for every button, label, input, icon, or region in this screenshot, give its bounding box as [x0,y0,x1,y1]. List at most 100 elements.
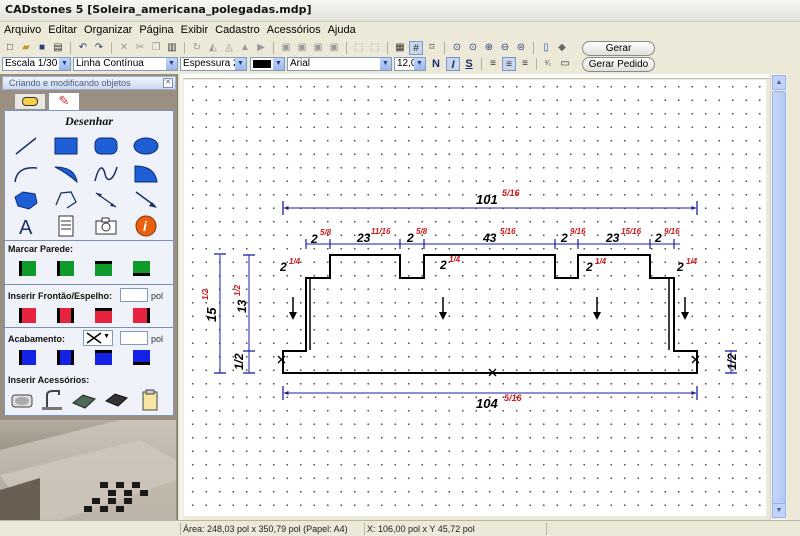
group-icon[interactable]: ⬚ [352,41,366,55]
zoom-icon[interactable]: ⊙ [450,41,464,55]
font-select[interactable]: Arial ▼ [287,57,392,71]
mirror-icon[interactable]: ▲ [238,41,252,55]
scroll-down-icon[interactable]: ▼ [772,503,786,518]
send-back-icon[interactable]: ▣ [295,41,309,55]
finish-left-swatch[interactable] [19,350,36,365]
fit-icon[interactable]: ⌑ [425,41,439,55]
forward-icon[interactable]: ▣ [311,41,325,55]
zoom-window-icon[interactable]: ⊙ [466,41,480,55]
redo-icon[interactable]: ↷ [92,41,106,55]
quarter-circle-tool-icon[interactable] [133,163,159,185]
gerar-orcamento-button[interactable]: Gerar Orçamento [582,41,655,67]
wall-left-swatch[interactable] [19,261,36,276]
arc-tool-icon[interactable] [13,163,39,185]
document-icon[interactable]: ▯ [539,41,553,55]
rounded-rect-tool-icon[interactable] [93,135,119,157]
drainer-icon[interactable] [103,389,129,411]
open-folder-icon[interactable]: ▰ [19,41,33,55]
arrow-tool-icon[interactable] [133,189,159,211]
save-icon[interactable]: ■ [35,41,49,55]
scale-select[interactable]: Escala 1/30 ▼ [2,57,71,71]
menu-ajuda[interactable]: Ajuda [324,23,359,36]
crescent-tool-icon[interactable] [53,163,79,185]
clipboard-icon[interactable] [137,389,163,411]
drawing-sheet[interactable]: 101 5/16 2 5/8 23 11/16 2 5/8 43 5/16 2 … [184,80,766,516]
italic-button[interactable]: I [446,57,460,71]
faucet-icon[interactable] [39,389,65,411]
acabamento-input[interactable] [120,331,148,345]
wall-left-swatch[interactable] [57,261,74,276]
rectangle-tool-icon[interactable] [53,135,79,157]
scroll-thumb[interactable] [772,91,786,511]
bring-front-icon[interactable]: ▣ [279,41,293,55]
text-box-icon[interactable]: ▭ [558,57,572,71]
curve-tool-icon[interactable] [93,163,119,185]
line-tool-icon[interactable] [13,135,39,157]
menu-acessorios[interactable]: Acessórios [263,23,324,36]
underline-button[interactable]: S [462,57,476,71]
menu-pagina[interactable]: Página [135,23,176,36]
menu-exibir[interactable]: Exibir [177,23,212,36]
menu-organizar[interactable]: Organizar [80,23,135,36]
menu-editar[interactable]: Editar [44,23,80,36]
zoom-extents-icon[interactable]: ⊜ [514,41,528,55]
print-icon[interactable]: ▤ [51,41,65,55]
scroll-up-icon[interactable]: ▲ [772,75,786,90]
ungroup-icon[interactable]: ⬚ [368,41,382,55]
align-right-icon[interactable]: ≡ [518,57,532,71]
color-select[interactable]: ▼ [250,57,285,71]
vertical-scrollbar[interactable]: ▲ ▼ [770,74,787,520]
finish-both-swatch[interactable] [57,350,74,365]
tab-draw[interactable]: ✎ [48,92,80,111]
thickness-select[interactable]: Espessura 2 ▼ [180,57,247,71]
cooktop-icon[interactable] [71,389,97,411]
zoom-in-icon[interactable]: ⊕ [482,41,496,55]
note-tool-icon[interactable] [53,215,79,237]
close-icon[interactable]: ✕ [163,78,173,88]
zoom-out-icon[interactable]: ⊖ [498,41,512,55]
play-icon[interactable]: ▶ [254,41,268,55]
drawing-area[interactable]: 101 5/16 2 5/8 23 11/16 2 5/8 43 5/16 2 … [180,74,800,520]
font-size-select[interactable]: 12,0 ▼ [394,57,426,71]
frontao-right-swatch[interactable] [133,308,150,323]
camera-tool-icon[interactable] [93,215,119,237]
undo-icon[interactable]: ↶ [76,41,90,55]
flip-horizontal-icon[interactable]: ◭ [206,41,220,55]
menu-arquivo[interactable]: Arquivo [0,23,44,36]
text-tool-icon[interactable]: A [13,215,39,237]
dimension-icon[interactable]: ¹⁄₂ [541,57,555,71]
delete-icon[interactable]: ✕ [117,41,131,55]
flip-diagonal-icon[interactable]: ◬ [222,41,236,55]
align-left-icon[interactable]: ≡ [486,57,500,71]
gerar-pedido-button[interactable]: Gerar Pedido [582,57,655,72]
new-file-icon[interactable]: □ [3,41,17,55]
line-type-select[interactable]: Linha Contínua ▼ [73,57,178,71]
grid-icon[interactable]: # [409,41,423,55]
align-center-icon[interactable]: ≡ [502,57,516,71]
wall-bottom-swatch[interactable] [133,261,150,276]
frontao-top-swatch[interactable] [95,308,112,323]
paste-icon[interactable]: ▥ [165,41,179,55]
frontao-both-swatch[interactable] [57,308,74,323]
snap-grid-icon[interactable]: ▦ [393,41,407,55]
backward-icon[interactable]: ▣ [327,41,341,55]
acabamento-select[interactable]: ▼ [83,330,113,346]
frontao-left-swatch[interactable] [19,308,36,323]
tab-objects[interactable] [14,93,46,110]
wall-top-swatch[interactable] [95,261,112,276]
polygon-tool-icon[interactable] [13,189,39,211]
info-icon[interactable]: i [133,215,159,237]
sink-icon[interactable] [9,389,35,411]
ellipse-tool-icon[interactable] [133,135,159,157]
bold-button[interactable]: N [429,57,443,71]
eraser-icon[interactable]: ◆ [555,41,569,55]
finish-top-swatch[interactable] [95,350,112,365]
measure-tool-icon[interactable] [93,189,119,211]
copy-icon[interactable]: ❐ [149,41,163,55]
frontao-input[interactable] [120,288,148,302]
polyline-tool-icon[interactable] [53,189,79,211]
menu-cadastro[interactable]: Cadastro [211,23,263,36]
cut-icon[interactable]: ✂ [133,41,147,55]
finish-bottom-swatch[interactable] [133,350,150,365]
rotate-icon[interactable]: ↻ [190,41,204,55]
